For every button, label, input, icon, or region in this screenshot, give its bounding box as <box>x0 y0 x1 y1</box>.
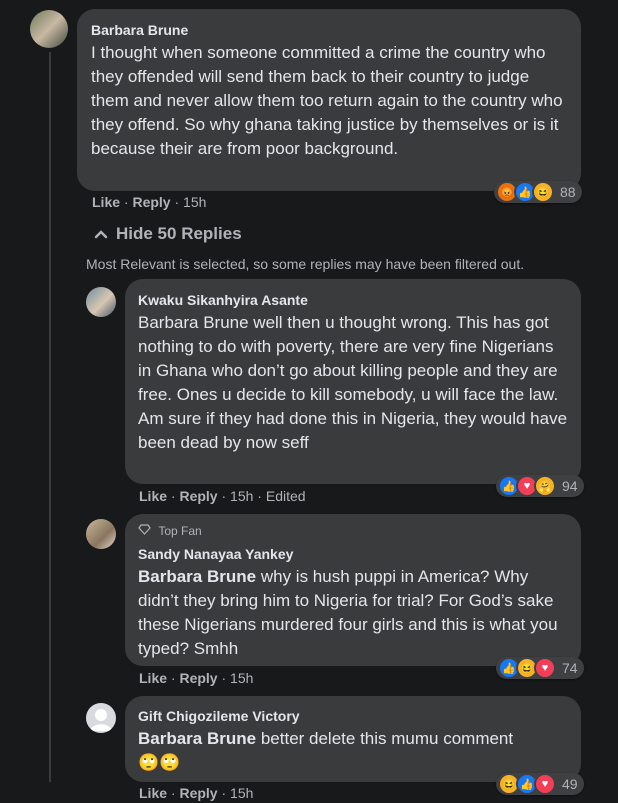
reactions-summary[interactable]: 👍 😆 ♥ 74 <box>496 657 584 679</box>
comment-bubble: Barbara Brune I thought when someone com… <box>77 9 581 191</box>
comment-author[interactable]: Barbara Brune <box>91 21 567 39</box>
mention-link[interactable]: Barbara Brune <box>138 567 256 586</box>
reply-button[interactable]: Reply <box>132 194 170 210</box>
love-react-icon: ♥ <box>534 657 556 679</box>
reaction-count: 94 <box>562 478 578 494</box>
hide-replies-label: Hide 50 Replies <box>116 224 242 243</box>
comment-author[interactable]: Gift Chigozileme Victory <box>138 707 568 725</box>
reply-bubble: Top Fan Sandy Nanayaa Yankey Barbara Bru… <box>125 514 581 666</box>
comment-actions: Like · Reply · 15h <box>139 670 254 686</box>
like-button[interactable]: Like <box>139 785 167 801</box>
like-button[interactable]: Like <box>92 194 120 210</box>
edited-label[interactable]: Edited <box>266 488 306 504</box>
comment-body: better delete this mumu comment <box>256 729 514 748</box>
chevron-up-icon <box>94 224 108 244</box>
avatar[interactable] <box>86 519 116 549</box>
avatar[interactable] <box>86 703 116 733</box>
reply-button[interactable]: Reply <box>179 670 217 686</box>
reply-button[interactable]: Reply <box>179 785 217 801</box>
avatar[interactable] <box>86 287 116 317</box>
default-avatar-icon <box>90 709 112 731</box>
love-react-icon: ♥ <box>534 773 556 795</box>
diamond-icon <box>138 524 154 538</box>
thread-line <box>49 52 51 782</box>
avatar[interactable] <box>30 10 68 48</box>
mention-link[interactable]: Barbara Brune <box>138 729 256 748</box>
care-react-icon: 🤗 <box>534 475 556 497</box>
reply-button[interactable]: Reply <box>179 488 217 504</box>
like-button[interactable]: Like <box>139 670 167 686</box>
comment-text: Barbara Brune why is hush puppi in Ameri… <box>138 565 568 661</box>
reaction-count: 88 <box>560 184 576 200</box>
reactions-summary[interactable]: 😆 👍 ♥ 49 <box>496 773 584 795</box>
top-fan-badge[interactable]: Top Fan <box>138 523 568 539</box>
haha-react-icon: 😆 <box>532 181 554 203</box>
comment-author[interactable]: Kwaku Sikanhyira Asante <box>138 291 568 309</box>
reaction-count: 49 <box>562 776 578 792</box>
comment-text: Barbara Brune better delete this mumu co… <box>138 727 568 751</box>
like-button[interactable]: Like <box>139 488 167 504</box>
filter-note: Most Relevant is selected, so some repli… <box>86 256 525 272</box>
timestamp[interactable]: 15h <box>230 488 253 504</box>
comment-actions: Like · Reply · 15h · Edited <box>139 488 306 504</box>
reactions-summary[interactable]: 👍 ♥ 🤗 94 <box>496 475 584 497</box>
badge-label: Top Fan <box>158 524 202 538</box>
reply-bubble: Gift Chigozileme Victory Barbara Brune b… <box>125 696 581 782</box>
comment-text: Barbara Brune well then u thought wrong.… <box>138 313 572 452</box>
reaction-count: 74 <box>562 660 578 676</box>
reactions-summary[interactable]: 😡 👍 😆 88 <box>494 181 582 203</box>
emoji-text: 🙄🙄 <box>138 753 181 772</box>
timestamp[interactable]: 15h <box>230 670 253 686</box>
comment-author[interactable]: Sandy Nanayaa Yankey <box>138 545 568 563</box>
comment-actions: Like · Reply · 15h <box>92 194 207 210</box>
hide-replies-button[interactable]: Hide 50 Replies <box>94 224 242 244</box>
comment-actions: Like · Reply · 15h <box>139 785 254 801</box>
reply-bubble: Kwaku Sikanhyira Asante Barbara Brune we… <box>125 279 581 484</box>
comment-text: I thought when someone committed a crime… <box>91 43 568 158</box>
timestamp[interactable]: 15h <box>183 194 206 210</box>
timestamp[interactable]: 15h <box>230 785 253 801</box>
